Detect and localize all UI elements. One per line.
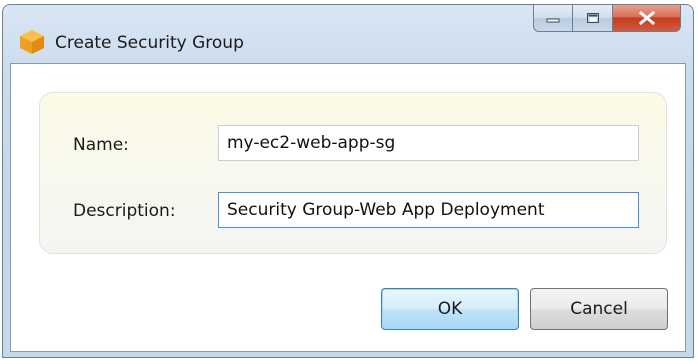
minimize-icon bbox=[546, 18, 560, 23]
maximize-button[interactable] bbox=[573, 5, 613, 32]
maximize-icon bbox=[586, 13, 599, 23]
window-title: Create Security Group bbox=[55, 33, 244, 53]
close-button[interactable] bbox=[613, 5, 681, 32]
description-input[interactable] bbox=[218, 192, 639, 228]
cancel-button[interactable]: Cancel bbox=[530, 288, 668, 330]
title-bar[interactable]: Create Security Group bbox=[3, 5, 693, 61]
name-label: Name: bbox=[73, 135, 129, 155]
name-input[interactable] bbox=[218, 125, 639, 161]
caption-buttons bbox=[533, 5, 681, 33]
description-label: Description: bbox=[73, 201, 176, 221]
close-icon bbox=[638, 11, 655, 25]
form-panel bbox=[39, 92, 667, 254]
minimize-button[interactable] bbox=[533, 5, 573, 32]
cube-icon bbox=[20, 30, 44, 54]
ok-button[interactable]: OK bbox=[381, 288, 519, 330]
